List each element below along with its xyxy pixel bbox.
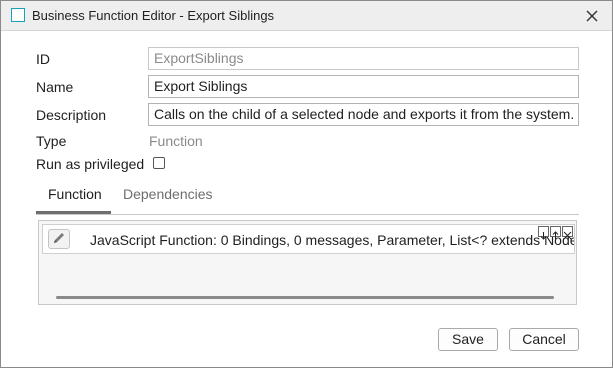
type-value: Function bbox=[149, 133, 203, 149]
id-field: ExportSiblings bbox=[148, 47, 579, 70]
name-field[interactable]: Export Siblings bbox=[148, 75, 579, 98]
window-title: Business Function Editor - Export Siblin… bbox=[32, 8, 275, 23]
cancel-button[interactable]: Cancel bbox=[509, 328, 579, 351]
tab-function[interactable]: Function bbox=[48, 186, 102, 202]
tab-divider bbox=[36, 214, 579, 215]
active-tab-indicator bbox=[36, 211, 111, 214]
function-panel: JavaScript Function: 0 Bindings, 0 messa… bbox=[38, 220, 577, 305]
type-label: Type bbox=[36, 133, 67, 149]
run-as-privileged-label: Run as privileged bbox=[36, 156, 145, 172]
horizontal-scrollbar[interactable] bbox=[56, 296, 554, 299]
run-as-privileged-checkbox[interactable] bbox=[153, 157, 165, 169]
arrow-down-icon[interactable] bbox=[538, 226, 549, 240]
description-label: Description bbox=[36, 107, 107, 123]
close-icon[interactable] bbox=[582, 6, 602, 26]
name-label: Name bbox=[36, 79, 74, 95]
arrow-up-icon[interactable] bbox=[550, 226, 561, 239]
id-label: ID bbox=[36, 51, 50, 67]
save-button[interactable]: Save bbox=[438, 328, 498, 351]
tab-dependencies[interactable]: Dependencies bbox=[123, 186, 213, 202]
window-icon bbox=[11, 8, 25, 22]
pencil-icon[interactable] bbox=[48, 229, 70, 249]
titlebar: Business Function Editor - Export Siblin… bbox=[1, 1, 612, 31]
remove-icon[interactable] bbox=[562, 226, 573, 240]
description-field[interactable]: Calls on the child of a selected node an… bbox=[148, 103, 579, 126]
business-function-editor-dialog: Business Function Editor - Export Siblin… bbox=[0, 0, 613, 368]
function-row-text: JavaScript Function: 0 Bindings, 0 messa… bbox=[90, 232, 575, 248]
function-row[interactable]: JavaScript Function: 0 Bindings, 0 messa… bbox=[42, 224, 575, 254]
row-actions bbox=[537, 226, 573, 240]
